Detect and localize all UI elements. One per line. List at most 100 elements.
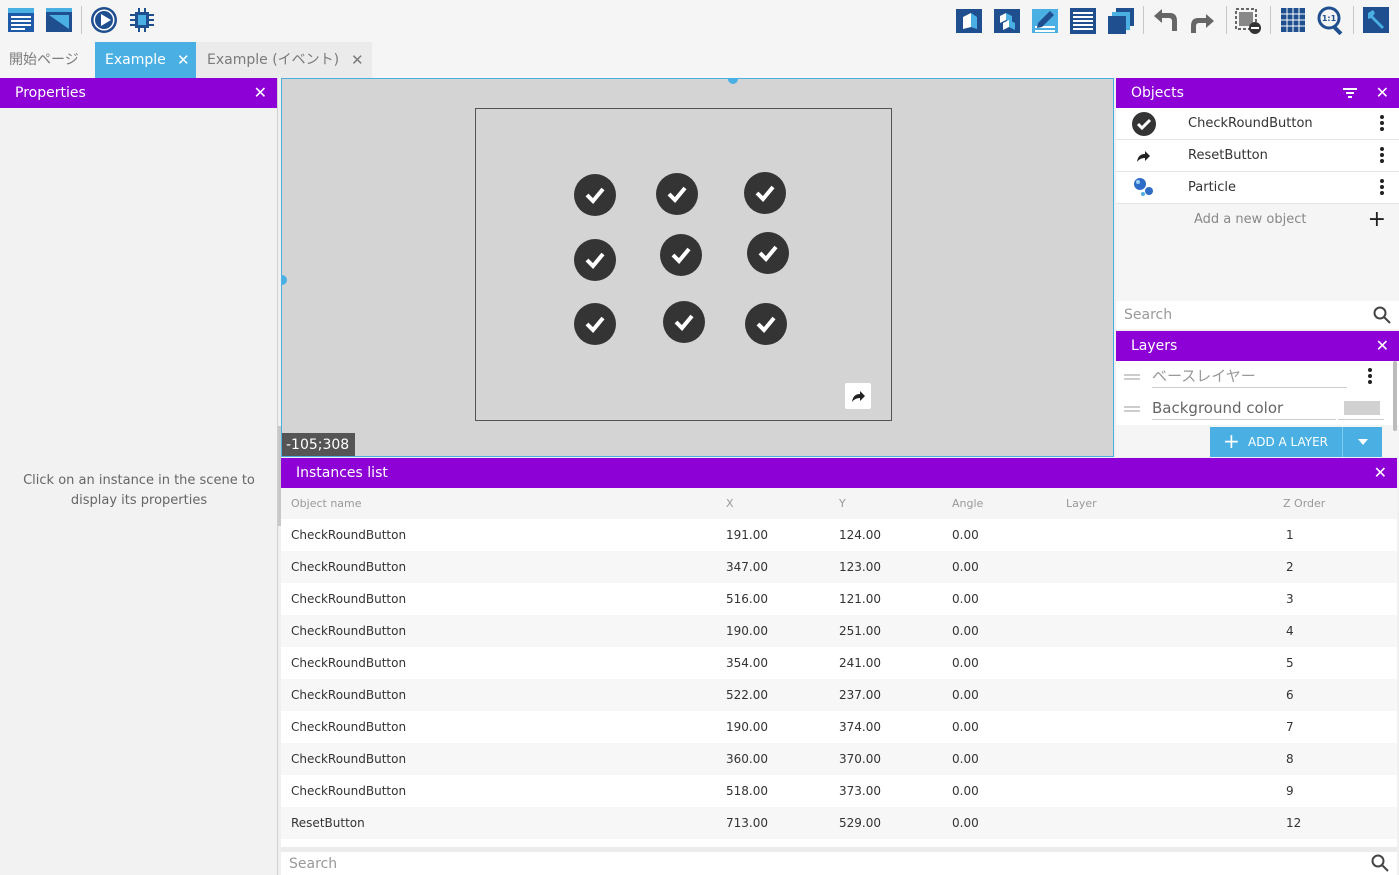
layer-item-base[interactable]: ベースレイヤー — [1116, 361, 1399, 393]
cell-name: CheckRoundButton — [291, 752, 407, 766]
column-header-y[interactable]: Y — [839, 488, 846, 519]
object-groups-icon[interactable] — [954, 5, 984, 35]
close-icon[interactable]: ✕ — [1376, 78, 1389, 108]
column-header-angle[interactable]: Angle — [952, 488, 983, 519]
table-row[interactable]: CheckRoundButton 354.00 241.00 0.00 5 — [281, 647, 1397, 679]
instances-search-input[interactable] — [281, 852, 1341, 875]
table-row[interactable]: CheckRoundButton 516.00 121.00 0.00 3 — [281, 583, 1397, 615]
object-name: ResetButton — [1188, 148, 1268, 163]
cell-name: CheckRoundButton — [291, 784, 407, 798]
cell-angle: 0.00 — [952, 560, 979, 574]
more-options-icon[interactable] — [1379, 178, 1385, 198]
scene-canvas[interactable]: -105;308 — [281, 78, 1114, 457]
panel-title: Layers — [1131, 338, 1178, 354]
instances-header: Instances list ✕ — [281, 458, 1397, 488]
tab-example[interactable]: Example ✕ — [95, 42, 196, 78]
cell-x: 518.00 — [726, 784, 768, 798]
check-round-button-instance[interactable] — [574, 303, 616, 345]
check-round-button-instance[interactable] — [574, 174, 616, 216]
more-options-icon[interactable] — [1379, 146, 1385, 166]
close-icon[interactable]: ✕ — [1374, 458, 1387, 488]
reset-button-instance[interactable] — [845, 383, 871, 409]
check-round-button-instance[interactable] — [574, 239, 616, 281]
scene-editor-icon[interactable] — [44, 5, 74, 35]
table-row[interactable]: CheckRoundButton 191.00 124.00 0.00 1 — [281, 519, 1397, 551]
project-manager-icon[interactable] — [6, 5, 36, 35]
cell-name: CheckRoundButton — [291, 528, 407, 542]
zoom-reset-icon[interactable]: 1:1 — [1316, 5, 1346, 35]
tab-close-icon[interactable]: ✕ — [177, 42, 190, 78]
tab-label: Example — [105, 52, 166, 68]
check-icon — [671, 247, 691, 264]
column-header-z-order[interactable]: Z Order — [1283, 488, 1325, 519]
background-color-swatch[interactable] — [1338, 396, 1384, 420]
cell-x: 190.00 — [726, 720, 768, 734]
object-item-checkroundbutton[interactable]: CheckRoundButton — [1116, 108, 1399, 140]
check-round-button-instance[interactable] — [744, 172, 786, 214]
table-row[interactable]: CheckRoundButton 190.00 251.00 0.00 4 — [281, 615, 1397, 647]
svg-text:1:1: 1:1 — [1322, 14, 1337, 23]
check-round-button-instance[interactable] — [745, 303, 787, 345]
settings-wrench-icon[interactable] — [1361, 5, 1391, 35]
table-row[interactable]: ResetButton 713.00 529.00 0.00 12 — [281, 807, 1397, 839]
search-icon[interactable] — [1373, 306, 1391, 324]
more-options-icon[interactable] — [1379, 114, 1385, 134]
filter-icon[interactable] — [1343, 88, 1357, 98]
toolbar-separator — [1270, 6, 1271, 34]
add-object-button[interactable]: Add a new object + — [1116, 204, 1399, 236]
cell-name: CheckRoundButton — [291, 688, 407, 702]
scrollbar[interactable] — [1393, 361, 1397, 431]
close-icon[interactable]: ✕ — [254, 78, 267, 108]
cell-angle: 0.00 — [952, 528, 979, 542]
tab-close-icon[interactable]: ✕ — [351, 42, 364, 78]
cell-y: 123.00 — [839, 560, 881, 574]
add-layer-button[interactable]: + ADD A LAYER — [1210, 427, 1382, 457]
object-item-resetbutton[interactable]: ResetButton — [1116, 140, 1399, 172]
table-row[interactable]: CheckRoundButton 360.00 370.00 0.00 8 — [281, 743, 1397, 775]
preview-play-icon[interactable] — [89, 5, 119, 35]
table-row[interactable]: CheckRoundButton 522.00 237.00 0.00 6 — [281, 679, 1397, 711]
object-name: Particle — [1188, 180, 1237, 195]
instances-list-icon[interactable] — [1068, 5, 1098, 35]
delete-selection-icon[interactable] — [1233, 5, 1263, 35]
debugger-chip-icon[interactable] — [127, 5, 157, 35]
drag-handle-icon[interactable] — [1124, 374, 1140, 380]
check-round-button-instance[interactable] — [656, 173, 698, 215]
table-row[interactable]: CheckRoundButton 347.00 123.00 0.00 2 — [281, 551, 1397, 583]
column-header-object-name[interactable]: Object name — [291, 488, 362, 519]
check-round-button-instance[interactable] — [663, 301, 705, 343]
resize-handle[interactable] — [282, 275, 287, 285]
cell-z: 9 — [1286, 784, 1294, 798]
chevron-down-icon[interactable] — [1342, 427, 1382, 457]
table-row[interactable]: CheckRoundButton 190.00 374.00 0.00 7 — [281, 711, 1397, 743]
properties-edit-icon[interactable] — [1030, 5, 1060, 35]
layers-icon[interactable] — [1106, 5, 1136, 35]
tab-start-page[interactable]: 開始ページ — [0, 42, 95, 78]
grid-icon[interactable] — [1278, 5, 1308, 35]
close-icon[interactable]: ✕ — [1376, 331, 1389, 361]
tab-example-events[interactable]: Example (イベント) ✕ — [196, 42, 372, 78]
table-row[interactable]: CheckRoundButton 518.00 373.00 0.00 9 — [281, 775, 1397, 807]
layer-name-field[interactable]: ベースレイヤー — [1152, 364, 1347, 388]
column-header-layer[interactable]: Layer — [1066, 488, 1097, 519]
search-icon[interactable] — [1371, 854, 1389, 872]
objects-list-icon[interactable] — [992, 5, 1022, 35]
cell-x: 354.00 — [726, 656, 768, 670]
properties-header: Properties ✕ — [0, 78, 277, 108]
cell-name: CheckRoundButton — [291, 656, 407, 670]
more-options-icon[interactable] — [1367, 367, 1373, 387]
background-color-label: Background color — [1152, 396, 1336, 420]
resize-handle[interactable] — [728, 79, 738, 84]
redo-icon[interactable] — [1188, 5, 1218, 35]
object-item-particle[interactable]: Particle — [1116, 172, 1399, 204]
cell-name: CheckRoundButton — [291, 592, 407, 606]
check-round-button-instance[interactable] — [747, 232, 789, 274]
check-round-button-instance[interactable] — [660, 234, 702, 276]
properties-panel: Properties ✕ Click on an instance in the… — [0, 78, 278, 875]
toolbar-separator — [1226, 6, 1227, 34]
cell-z: 6 — [1286, 688, 1294, 702]
cell-name: CheckRoundButton — [291, 624, 407, 638]
objects-search-input[interactable] — [1116, 301, 1356, 329]
column-header-x[interactable]: X — [726, 488, 734, 519]
undo-icon[interactable] — [1150, 5, 1180, 35]
